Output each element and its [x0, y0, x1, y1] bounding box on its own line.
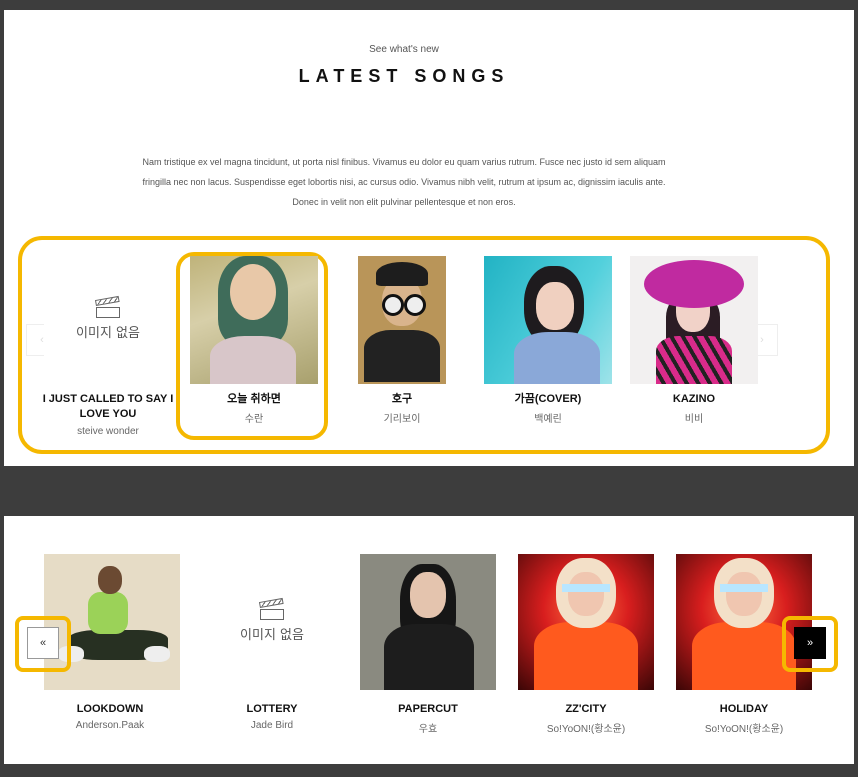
song-artist: 수란	[244, 414, 264, 425]
song-title[interactable]: 가끔(COVER)	[484, 392, 612, 407]
song-card[interactable]: 이미지 없음 I JUST CALLED TO SAY I LOVE YOU s…	[36, 256, 180, 446]
album-cover	[190, 256, 318, 384]
song-card[interactable]: KAZINO 비비	[630, 256, 758, 436]
next-arrow-button[interactable]: »	[794, 627, 826, 659]
album-cover	[518, 554, 654, 690]
no-image-placeholder: 이미지 없음	[204, 554, 340, 690]
song-title[interactable]: KAZINO	[630, 392, 758, 407]
song-title[interactable]: PAPERCUT	[358, 702, 498, 717]
song-card[interactable]: 이미지 없음 LOTTERY Jade Bird	[202, 554, 342, 738]
song-title[interactable]: I JUST CALLED TO SAY I LOVE YOU	[36, 392, 180, 422]
song-title[interactable]: ZZ'CITY	[516, 702, 656, 717]
song-card[interactable]: ZZ'CITY So!YoON!(황소윤)	[516, 554, 656, 738]
no-image-label: 이미지 없음	[76, 325, 140, 341]
song-artist: Anderson.Paak	[75, 720, 145, 731]
album-cover	[358, 256, 446, 384]
clapperboard-icon	[258, 597, 284, 620]
song-artist: So!YoON!(황소윤)	[546, 724, 626, 735]
song-title[interactable]: 오늘 취하면	[190, 392, 318, 407]
no-image-placeholder: 이미지 없음	[44, 256, 172, 384]
album-cover	[630, 256, 758, 384]
song-artist: 비비	[684, 414, 704, 425]
song-artist: 우효	[418, 724, 438, 735]
section-eyebrow: See what's new	[369, 44, 439, 55]
song-title[interactable]: HOLIDAY	[674, 702, 814, 717]
clapperboard-icon	[94, 295, 120, 318]
song-card[interactable]: PAPERCUT 우효	[358, 554, 498, 738]
song-artist: Jade Bird	[250, 720, 294, 731]
song-title[interactable]: LOOKDOWN	[40, 702, 180, 717]
section-title: LATEST SONGS	[298, 66, 510, 86]
no-image-label: 이미지 없음	[240, 627, 304, 643]
song-title[interactable]: 호구	[338, 392, 466, 407]
song-card[interactable]: 가끔(COVER) 백예린	[484, 256, 612, 436]
album-cover	[360, 554, 496, 690]
song-artist: So!YoON!(황소윤)	[704, 724, 784, 735]
song-artist: steive wonder	[77, 426, 139, 437]
prev-arrow-button[interactable]: «	[27, 627, 59, 659]
song-card[interactable]: 호구 기리보이	[338, 256, 466, 436]
song-card[interactable]: 오늘 취하면 수란	[190, 256, 318, 436]
song-title[interactable]: LOTTERY	[202, 702, 342, 717]
album-cover	[484, 256, 612, 384]
songs-slider-section: LOOKDOWN Anderson.Paak 이미지 없음 LOTTERY Ja…	[4, 516, 854, 764]
section-description: Nam tristique ex vel magna tincidunt, ut…	[142, 157, 666, 207]
song-artist: 백예린	[534, 414, 562, 425]
song-artist: 기리보이	[383, 414, 421, 425]
latest-songs-section: See what's new LATEST SONGS Nam tristiqu…	[4, 10, 854, 466]
